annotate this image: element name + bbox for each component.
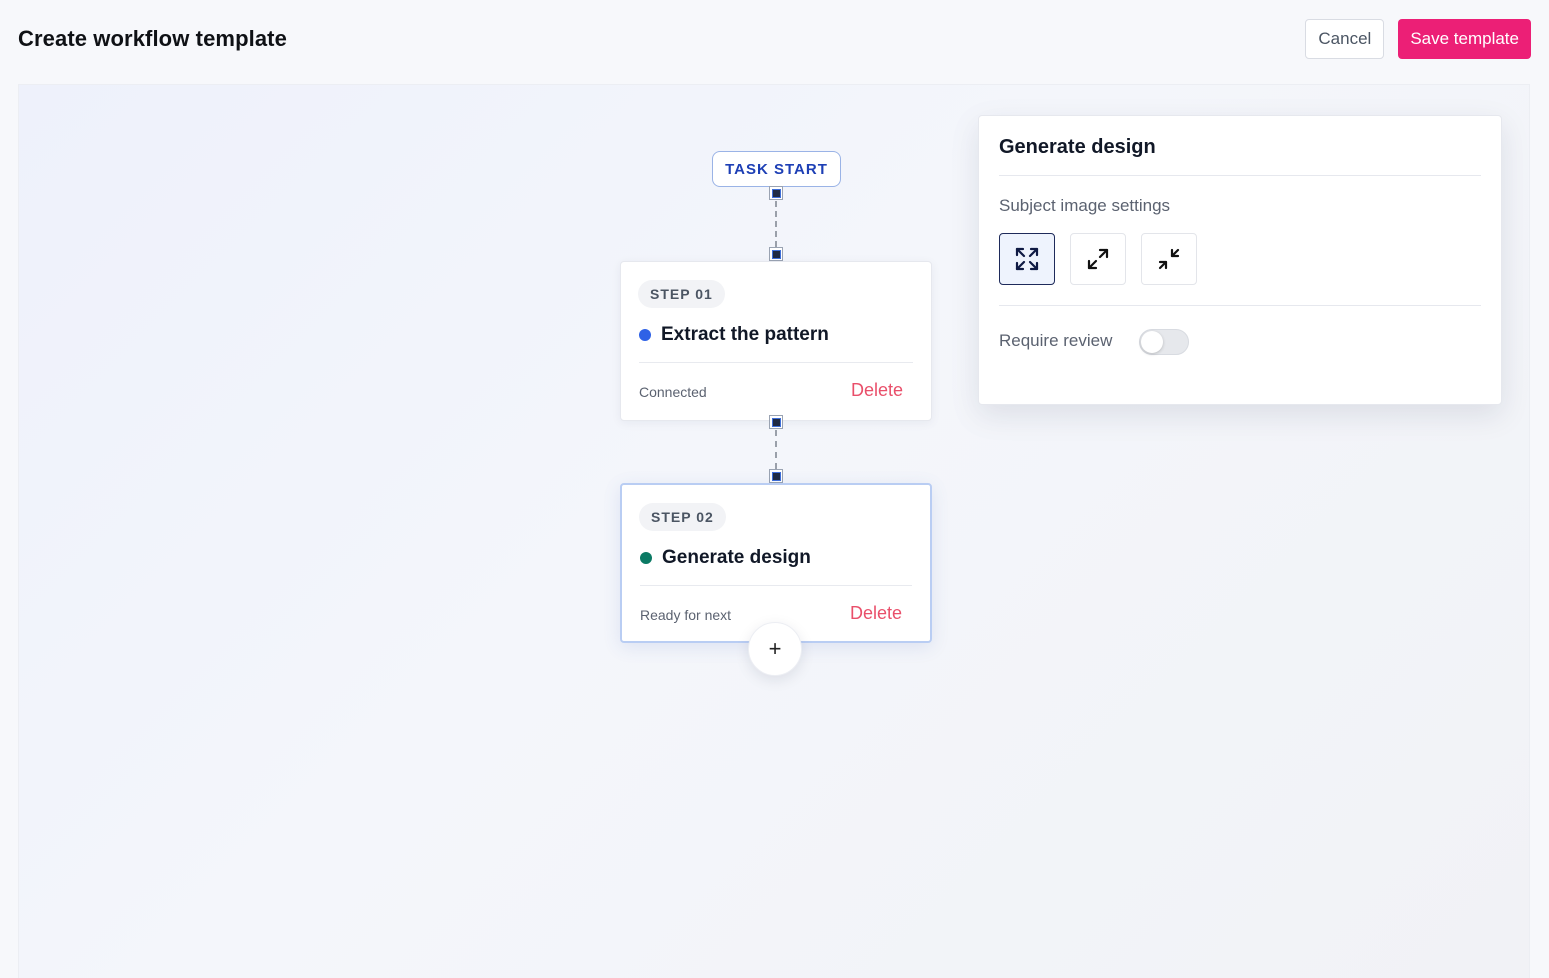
header: Create workflow template Cancel Save tem…	[0, 0, 1549, 78]
step-card-1[interactable]: STEP 01 Extract the pattern Connected De…	[620, 261, 932, 421]
status-dot	[639, 329, 651, 341]
status-dot	[640, 552, 652, 564]
require-review-toggle[interactable]	[1139, 329, 1189, 355]
connector-port[interactable]	[769, 247, 783, 261]
image-mode-group	[999, 233, 1197, 285]
delete-step-button[interactable]: Delete	[850, 603, 902, 624]
connector-line	[775, 201, 777, 247]
step-status: Ready for next	[640, 607, 732, 623]
expand-button[interactable]	[1070, 233, 1126, 285]
task-start-node[interactable]: TASK START	[712, 151, 841, 187]
collapse-button[interactable]	[1141, 233, 1197, 285]
step-title: Generate design	[662, 547, 811, 568]
divider	[639, 362, 913, 363]
step-badge: STEP 01	[638, 280, 725, 308]
panel-title: Generate design	[999, 136, 1156, 158]
step-title: Extract the pattern	[661, 324, 829, 345]
page-title: Create workflow template	[18, 26, 287, 51]
expand-diagonal-icon	[1087, 248, 1109, 270]
connector-port[interactable]	[769, 415, 783, 429]
collapse-diagonal-icon	[1158, 248, 1180, 270]
fit-expand-button[interactable]	[999, 233, 1055, 285]
header-actions: Cancel Save template	[1305, 19, 1531, 59]
step-title-row: Generate design	[640, 547, 811, 569]
divider	[999, 305, 1481, 306]
connector-port[interactable]	[769, 186, 783, 200]
delete-step-button[interactable]: Delete	[851, 380, 903, 401]
add-step-button[interactable]: +	[748, 622, 802, 676]
require-review-label: Require review	[999, 331, 1113, 350]
step-status: Connected	[639, 384, 707, 400]
step-title-row: Extract the pattern	[639, 324, 829, 346]
divider	[999, 175, 1481, 176]
save-template-button[interactable]: Save template	[1398, 19, 1531, 59]
workflow-canvas[interactable]: TASK START STEP 01 Extract the pattern C…	[18, 84, 1530, 978]
step-card-2[interactable]: STEP 02 Generate design Ready for next D…	[620, 483, 932, 643]
fit-expand-icon	[1015, 247, 1039, 271]
toggle-knob	[1141, 331, 1163, 353]
cancel-button[interactable]: Cancel	[1305, 19, 1385, 59]
connector-port[interactable]	[769, 469, 783, 483]
subject-settings-label: Subject image settings	[999, 196, 1171, 215]
divider	[640, 585, 912, 586]
connector-line	[775, 430, 777, 469]
step-badge: STEP 02	[639, 503, 726, 531]
step-settings-panel: Generate design Subject image settings R…	[978, 115, 1502, 405]
